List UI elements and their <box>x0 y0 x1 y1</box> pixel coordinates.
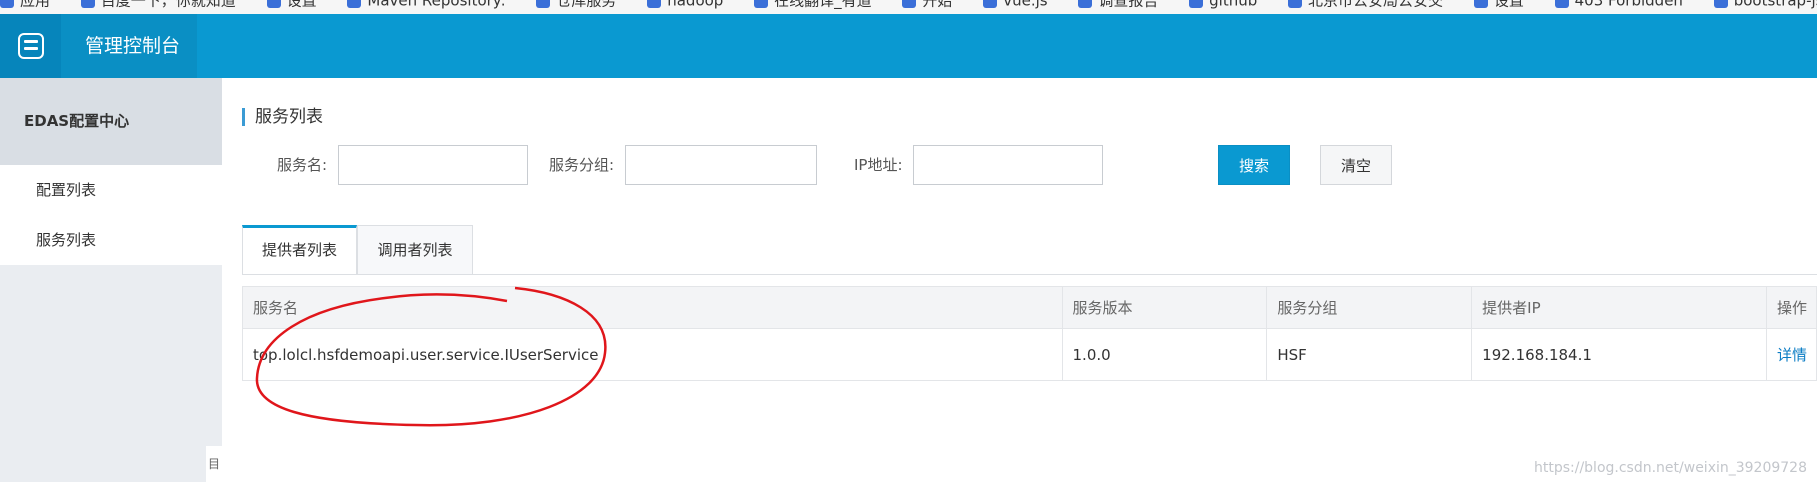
bookmark-item[interactable]: 开始 <box>902 0 952 8</box>
clear-button[interactable]: 清空 <box>1320 145 1392 185</box>
bookmark-icon <box>1288 0 1303 8</box>
sidebar-empty-area <box>0 265 222 482</box>
service-name-label: 服务名: <box>277 156 328 174</box>
tabs-divider <box>242 274 1817 275</box>
top-navbar: 管理控制台 <box>0 14 1817 78</box>
bookmark-item[interactable]: 北京市公安局公安交 <box>1288 0 1443 8</box>
service-group-label: 服务分组: <box>549 156 615 174</box>
service-group-input[interactable] <box>625 145 817 185</box>
app-title[interactable]: 管理控制台 <box>61 14 197 78</box>
bookmark-item[interactable]: Maven Repository: <box>347 0 506 8</box>
bookmark-icon <box>1554 0 1569 8</box>
search-button[interactable]: 搜索 <box>1218 145 1290 185</box>
service-table: 服务名 服务版本 服务分组 提供者IP 操作 top.lolcl.hsfdemo… <box>242 286 1817 381</box>
bookmark-item[interactable]: github <box>1189 0 1257 8</box>
bookmark-item[interactable]: 设置 <box>1473 0 1524 8</box>
detail-link[interactable]: 详情 <box>1765 328 1817 381</box>
sidebar-header: EDAS配置中心 <box>0 78 222 165</box>
table-header-row: 服务名 服务版本 服务分组 提供者IP 操作 <box>242 286 1817 329</box>
bookmark-icon <box>754 0 769 8</box>
bookmark-item[interactable]: hadoop <box>647 0 723 8</box>
sidebar-item-config-list[interactable]: 配置列表 <box>0 165 222 215</box>
column-version: 服务版本 <box>1061 286 1268 329</box>
bookmark-icon <box>80 0 95 8</box>
bookmark-item[interactable]: vue.js <box>983 0 1048 8</box>
sidebar-collapse-handle[interactable]: 目 <box>206 446 222 482</box>
search-form: 服务名: 服务分组: IP地址: 搜索 清空 <box>222 145 1817 185</box>
logo-button[interactable] <box>0 14 61 78</box>
page-title: 服务列表 <box>242 108 323 126</box>
bookmark-icon <box>266 0 281 8</box>
ip-address-input[interactable] <box>913 145 1103 185</box>
bookmark-icon <box>536 0 551 8</box>
bookmark-icon <box>347 0 362 8</box>
table-row: top.lolcl.hsfdemoapi.user.service.IUserS… <box>242 328 1817 381</box>
bookmark-icon <box>1713 0 1728 8</box>
cell-group: HSF <box>1266 328 1473 381</box>
bookmark-icon <box>1078 0 1093 8</box>
column-action: 操作 <box>1765 286 1817 329</box>
bookmarks-bar: 应用 百度一下，你就知道 设置 Maven Repository: 仓库服务 h… <box>0 0 1817 14</box>
cell-provider-ip: 192.168.184.1 <box>1471 328 1767 381</box>
column-service-name: 服务名 <box>242 286 1063 329</box>
bookmark-item[interactable]: bootstrap-js <box>1713 0 1817 8</box>
bookmark-icon <box>1189 0 1204 8</box>
sidebar-item-service-list[interactable]: 服务列表 <box>0 215 222 265</box>
cloud-logo-icon <box>17 33 44 59</box>
bookmark-icon <box>1473 0 1488 8</box>
bookmark-item[interactable]: 在线翻译_有道 <box>754 0 872 8</box>
bookmark-icon <box>0 0 14 8</box>
bookmark-item[interactable]: 403 Forbidden <box>1554 0 1683 8</box>
bookmark-item[interactable]: 仓库服务 <box>536 0 616 8</box>
tab-provider-list[interactable]: 提供者列表 <box>242 225 357 275</box>
column-group: 服务分组 <box>1266 286 1473 329</box>
bookmark-item[interactable]: 调查报告 <box>1078 0 1158 8</box>
cell-service-name: top.lolcl.hsfdemoapi.user.service.IUserS… <box>242 328 1063 381</box>
bookmark-item[interactable]: 应用 <box>0 0 50 8</box>
bookmark-icon <box>983 0 998 8</box>
bookmark-icon <box>647 0 662 8</box>
bookmark-item[interactable]: 百度一下，你就知道 <box>80 0 236 8</box>
ip-address-label: IP地址: <box>854 156 903 174</box>
sidebar: EDAS配置中心 配置列表 服务列表 <box>0 78 222 482</box>
watermark-text: https://blog.csdn.net/weixin_39209728 <box>1533 460 1807 476</box>
service-name-input[interactable] <box>338 145 528 185</box>
bookmark-item[interactable]: 设置 <box>266 0 317 8</box>
main-content: 服务列表 服务名: 服务分组: IP地址: 搜索 清空 提供者列表 调用者列表 … <box>222 78 1817 482</box>
bookmark-icon <box>902 0 917 8</box>
tab-consumer-list[interactable]: 调用者列表 <box>357 225 473 275</box>
column-provider-ip: 提供者IP <box>1471 286 1767 329</box>
cell-version: 1.0.0 <box>1061 328 1268 381</box>
